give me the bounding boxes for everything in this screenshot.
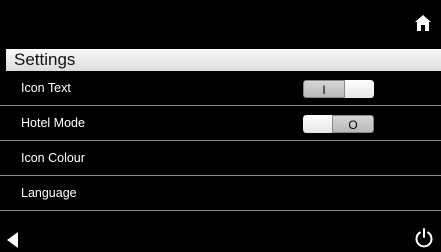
toggle-knob [303,115,332,133]
power-icon [415,228,433,248]
settings-screen: Settings Icon Text I Hotel Mode O Icon C… [0,0,441,252]
top-bar [0,0,441,49]
back-button[interactable] [6,232,20,248]
bottom-bar [0,212,441,252]
home-icon [415,15,431,31]
settings-list: Icon Text I Hotel Mode O Icon Colour Lan… [0,71,441,211]
setting-row-language[interactable]: Language [0,176,441,211]
setting-label: Hotel Mode [21,116,85,130]
setting-row-icon-text: Icon Text I [0,71,441,106]
setting-row-hotel-mode: Hotel Mode O [0,106,441,141]
home-button[interactable] [414,14,432,32]
setting-label: Icon Colour [21,151,85,165]
setting-row-icon-colour[interactable]: Icon Colour [0,141,441,176]
toggle-on-indicator: I [303,80,345,98]
page-title: Settings [6,49,441,71]
setting-label: Icon Text [21,81,71,95]
power-button[interactable] [414,228,434,248]
toggle-off-indicator: O [332,115,374,133]
icon-text-toggle[interactable]: I [303,80,374,98]
hotel-mode-toggle[interactable]: O [303,115,374,133]
back-arrow-icon [7,232,18,248]
toggle-knob [345,80,374,98]
setting-label: Language [21,186,77,200]
